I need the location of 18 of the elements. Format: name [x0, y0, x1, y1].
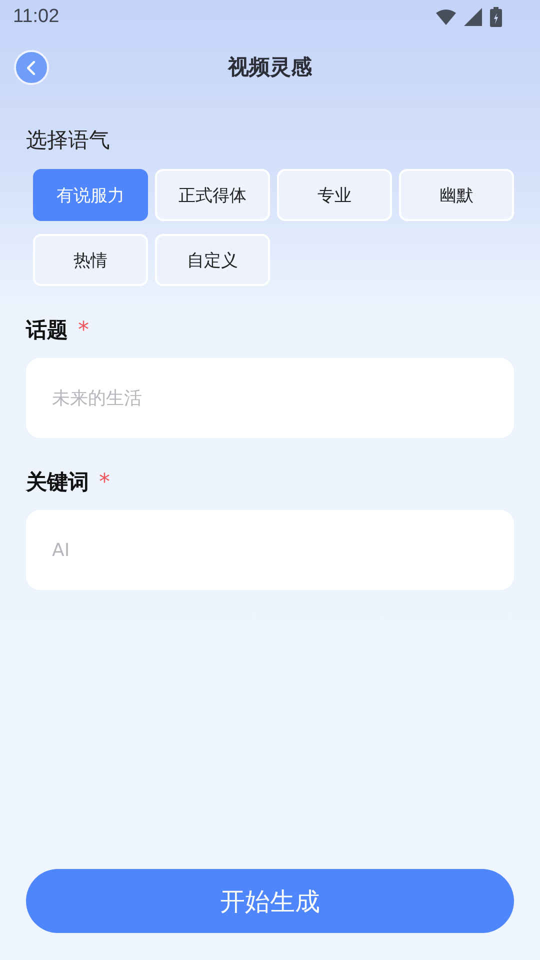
page-title: 视频灵感	[228, 54, 312, 81]
tone-chip[interactable]: 幽默	[399, 169, 514, 221]
wifi-icon	[436, 9, 456, 25]
battery-icon	[490, 7, 502, 27]
input-field[interactable]: 未来的生活	[26, 358, 514, 438]
tone-chip[interactable]: 热情	[33, 234, 148, 286]
required-mark: *	[78, 318, 89, 342]
signal-icon	[464, 8, 482, 26]
field-label: 话题	[26, 317, 68, 344]
tone-chip[interactable]: 自定义	[155, 234, 270, 286]
status-time: 11:02	[13, 6, 60, 28]
field-label: 关键词	[26, 469, 89, 496]
back-button[interactable]	[14, 50, 49, 85]
tone-chip[interactable]: 正式得体	[155, 169, 270, 221]
section-label: 选择语气	[26, 127, 111, 154]
required-mark: *	[99, 470, 110, 494]
input-field[interactable]: AI	[26, 510, 514, 590]
tone-chip[interactable]: 专业	[277, 169, 392, 221]
